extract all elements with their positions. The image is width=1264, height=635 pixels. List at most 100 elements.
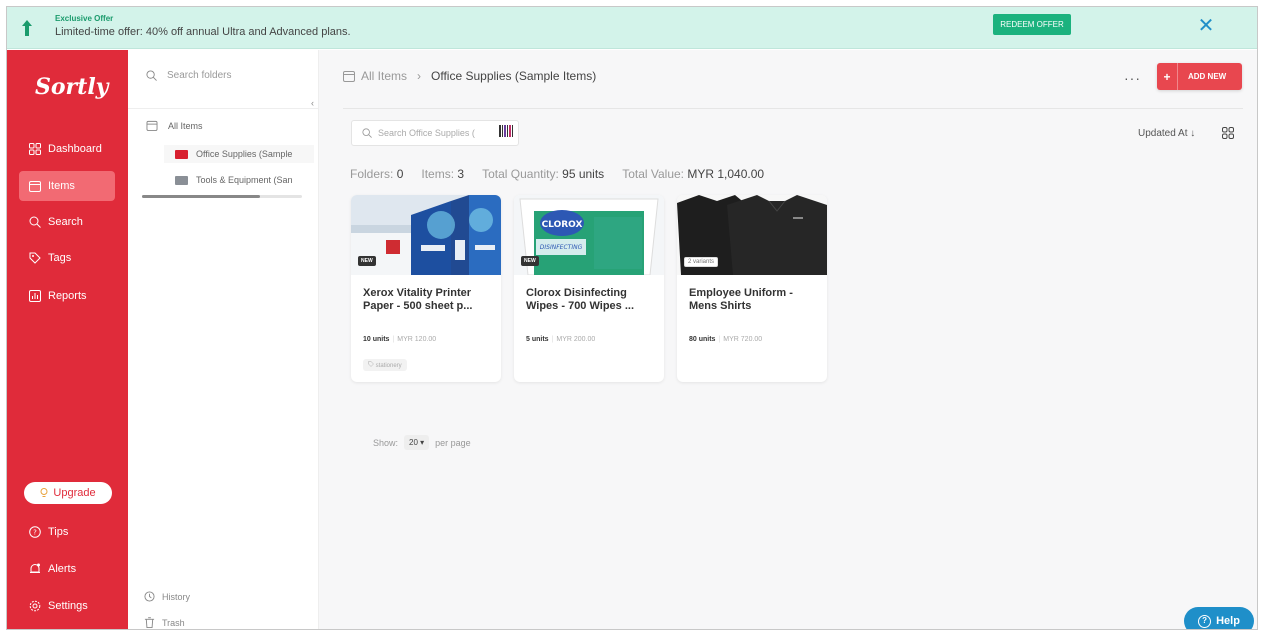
sortly-logo[interactable]: Sortly: [35, 74, 108, 100]
folders-count-label: Folders:: [350, 167, 394, 181]
sidebar-item-tags[interactable]: Tags: [19, 243, 115, 273]
plus-icon: +: [1157, 63, 1178, 90]
tree-item-label: Office Supplies (Sample: [196, 149, 293, 159]
barcode-scan-icon[interactable]: [499, 124, 513, 138]
tree-item-office-supplies[interactable]: Office Supplies (Sample: [164, 145, 314, 163]
sidebar-item-label: Reports: [48, 290, 87, 302]
show-label: Show:: [373, 437, 399, 448]
collapse-pane-icon[interactable]: ‹: [311, 98, 314, 108]
app-window: Exclusive Offer Limited-time offer: 40% …: [6, 6, 1258, 630]
trash-link[interactable]: Trash: [144, 617, 185, 628]
bell-icon: [30, 563, 40, 573]
upgrade-label: Upgrade: [53, 487, 96, 499]
item-quantity: 80 units: [689, 336, 716, 343]
divider: [128, 108, 319, 109]
breadcrumb: All Items › Office Supplies (Sample Item…: [343, 69, 596, 83]
total-quantity-label: Total Quantity:: [482, 167, 559, 181]
item-name[interactable]: Xerox Vitality Printer Paper - 500 sheet…: [363, 287, 493, 313]
tree-scrollbar-thumb[interactable]: [142, 195, 260, 198]
items-icon: [146, 120, 158, 131]
more-options-button[interactable]: ···: [1124, 70, 1141, 86]
item-price: MYR 120.00: [397, 336, 437, 343]
redeem-offer-button[interactable]: REDEEM OFFER: [993, 14, 1071, 35]
trash-icon: [144, 617, 155, 628]
help-button[interactable]: ? Help: [1184, 607, 1254, 629]
sidebar-item-label: Items: [48, 180, 75, 192]
folder-search-input[interactable]: Search folders: [146, 70, 231, 81]
per-page-label: per page: [435, 437, 471, 448]
sidebar-item-reports[interactable]: Reports: [19, 281, 115, 311]
main-sidebar: Sortly Dashboard Items Search Tags Repor…: [7, 50, 128, 629]
offer-banner: Exclusive Offer Limited-time offer: 40% …: [7, 7, 1257, 49]
upgrade-button[interactable]: Upgrade: [24, 482, 112, 504]
item-card[interactable]: 2 variants Employee Uniform - Mens Shirt…: [677, 195, 827, 382]
item-meta: 80 units | MYR 720.00: [689, 336, 763, 343]
sort-dropdown[interactable]: Updated At ↓: [1138, 128, 1195, 139]
sidebar-item-search[interactable]: Search: [19, 207, 115, 237]
item-card[interactable]: CLOROX DISINFECTING NEW Clorox Disinfect…: [514, 195, 664, 382]
reports-icon: [29, 290, 41, 302]
item-search-placeholder: Search Office Supplies (: [378, 128, 475, 138]
history-link[interactable]: History: [144, 591, 190, 602]
pagination: Show: 20 ▾ per page: [373, 435, 471, 450]
add-new-label: ADD NEW: [1188, 72, 1227, 81]
item-meta: 5 units | MYR 200.00: [526, 336, 596, 343]
tips-icon: ?: [29, 526, 41, 538]
total-value: MYR 1,040.00: [687, 167, 765, 181]
per-page-select[interactable]: 20 ▾: [404, 435, 430, 450]
main-content: All Items › Office Supplies (Sample Item…: [319, 50, 1257, 629]
breadcrumb-current: Office Supplies (Sample Items): [431, 69, 597, 83]
tag-icon: [368, 361, 374, 367]
add-new-button[interactable]: + ADD NEW: [1157, 63, 1242, 90]
item-quantity: 10 units: [363, 336, 390, 343]
item-card[interactable]: NEW Xerox Vitality Printer Paper - 500 s…: [351, 195, 501, 382]
sidebar-item-dashboard[interactable]: Dashboard: [19, 134, 115, 164]
items-count-label: Items:: [421, 167, 455, 181]
sidebar-item-items[interactable]: Items: [19, 171, 115, 201]
items-count: 3: [457, 167, 465, 181]
help-icon: ?: [1198, 614, 1212, 628]
sidebar-item-label: Dashboard: [48, 143, 102, 155]
tag-chip[interactable]: stationery: [363, 359, 407, 371]
sidebar-item-label: Alerts: [48, 563, 77, 575]
breadcrumb-separator: ›: [417, 69, 422, 83]
sidebar-item-settings[interactable]: Settings: [19, 591, 115, 621]
banner-title: Exclusive Offer: [55, 14, 114, 23]
tag-icon: [29, 252, 41, 264]
items-icon: [29, 181, 41, 192]
history-label: History: [162, 591, 191, 602]
tree-item-all-items[interactable]: All Items: [146, 120, 203, 131]
breadcrumb-root[interactable]: All Items: [361, 69, 407, 83]
gear-icon: [29, 600, 41, 612]
folders-count: 0: [396, 167, 404, 181]
folder-pane: Search folders ‹ All Items Office Suppli…: [128, 50, 319, 629]
inventory-summary: Folders: 0 Items: 3 Total Quantity: 95 u…: [350, 167, 764, 181]
search-icon: [146, 70, 157, 81]
close-icon[interactable]: ✕: [1195, 15, 1217, 37]
folder-search-placeholder: Search folders: [167, 70, 232, 81]
item-name[interactable]: Employee Uniform - Mens Shirts: [689, 287, 819, 313]
arrow-up-icon: [22, 20, 32, 36]
item-price: MYR 200.00: [556, 336, 596, 343]
svg-text:DISINFECTING: DISINFECTING: [540, 244, 583, 251]
sidebar-item-tips[interactable]: ? Tips: [19, 517, 115, 547]
folder-icon: [175, 149, 188, 159]
trash-label: Trash: [162, 617, 185, 628]
tree-item-tools-equipment[interactable]: Tools & Equipment (San: [175, 175, 312, 185]
item-name[interactable]: Clorox Disinfecting Wipes - 700 Wipes ..…: [526, 287, 656, 313]
bulb-icon: [40, 488, 48, 497]
item-price: MYR 720.00: [723, 336, 763, 343]
help-label: Help: [1216, 615, 1240, 627]
tree-item-label: Tools & Equipment (San: [196, 175, 293, 185]
tag-label: stationery: [375, 363, 402, 369]
item-search-input[interactable]: Search Office Supplies (: [351, 120, 519, 146]
folder-icon: [175, 175, 188, 185]
total-quantity: 95 units: [562, 167, 605, 181]
svg-text:?: ?: [33, 529, 37, 537]
sidebar-item-alerts[interactable]: Alerts: [19, 554, 115, 584]
svg-text:CLOROX: CLOROX: [542, 220, 583, 230]
grid-view-icon[interactable]: [1222, 127, 1234, 139]
tree-item-label: All Items: [168, 120, 203, 131]
history-icon: [144, 591, 155, 602]
sidebar-item-label: Tags: [48, 252, 72, 264]
